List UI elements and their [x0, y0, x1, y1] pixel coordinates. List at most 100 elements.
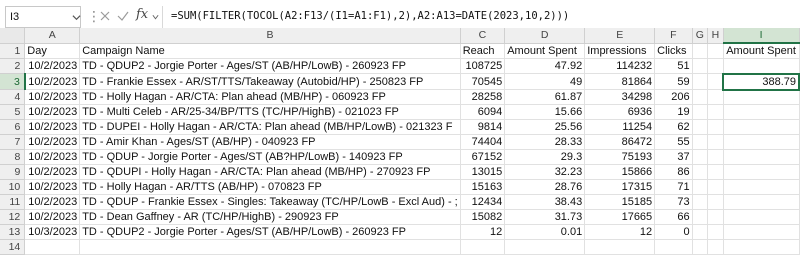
table-cell[interactable]	[707, 119, 724, 135]
table-cell[interactable]: TD - Frankie Essex - AR/ST/TTS/Takeaway …	[79, 73, 461, 90]
table-cell[interactable]: 28258	[460, 89, 506, 105]
table-cell[interactable]: 114232	[584, 58, 656, 74]
name-box[interactable]: I3	[5, 6, 81, 28]
table-cell[interactable]	[654, 239, 693, 255]
table-cell[interactable]: 86472	[584, 134, 656, 150]
table-cell[interactable]: 15.66	[504, 104, 586, 120]
table-cell[interactable]	[707, 179, 724, 195]
table-cell[interactable]	[707, 149, 724, 165]
insert-function-icon[interactable]: fx	[136, 7, 148, 22]
table-cell[interactable]	[723, 179, 800, 195]
table-cell[interactable]: 15082	[460, 209, 506, 225]
table-cell[interactable]: 17315	[584, 179, 656, 195]
table-cell[interactable]: 13015	[460, 164, 506, 180]
table-cell[interactable]: 73	[654, 194, 693, 210]
row-header[interactable]: 2	[0, 58, 26, 74]
cancel-icon[interactable]	[98, 9, 112, 23]
table-cell[interactable]: TD - QDUP2 - Jorgie Porter - Ages/ST (AB…	[79, 58, 461, 74]
table-cell[interactable]	[584, 239, 656, 255]
row-header[interactable]: 12	[0, 209, 26, 225]
table-cell[interactable]: 10/3/2023	[24, 224, 81, 240]
table-cell[interactable]	[723, 194, 800, 210]
table-cell[interactable]: 12	[460, 224, 506, 240]
row-header[interactable]: 11	[0, 194, 26, 210]
table-cell[interactable]: 10/2/2023	[24, 209, 81, 225]
row-header[interactable]: 6	[0, 119, 26, 135]
table-cell[interactable]	[692, 179, 709, 195]
table-cell[interactable]	[723, 149, 800, 165]
table-cell[interactable]	[707, 58, 724, 74]
table-cell[interactable]: 10/2/2023	[24, 89, 81, 105]
table-cell[interactable]: TD - Multi Celeb - AR/25-34/BP/TTS (TC/H…	[79, 104, 461, 120]
column-header-f[interactable]: F	[654, 28, 693, 44]
table-cell[interactable]	[692, 164, 709, 180]
table-cell[interactable]: 61.87	[504, 89, 586, 105]
table-cell[interactable]	[723, 119, 800, 135]
table-cell[interactable]: 9814	[460, 119, 506, 135]
table-cell[interactable]: 66	[654, 209, 693, 225]
cell-i1[interactable]: Amount Spent	[723, 43, 800, 59]
table-cell[interactable]: 17665	[584, 209, 656, 225]
table-cell[interactable]: 15185	[584, 194, 656, 210]
cell-b1[interactable]: Campaign Name	[79, 43, 461, 59]
table-cell[interactable]: 10/2/2023	[24, 134, 81, 150]
table-cell[interactable]: 15866	[584, 164, 656, 180]
column-header-c[interactable]: C	[460, 28, 506, 44]
table-cell[interactable]	[707, 224, 724, 240]
active-cell-i3[interactable]: 388.79	[722, 72, 800, 91]
table-cell[interactable]	[707, 134, 724, 150]
table-cell[interactable]: 81864	[584, 73, 656, 90]
table-cell[interactable]: 10/2/2023	[24, 104, 81, 120]
table-cell[interactable]: 0.01	[504, 224, 586, 240]
column-header-i[interactable]: I	[723, 28, 800, 44]
table-cell[interactable]: 15163	[460, 179, 506, 195]
table-cell[interactable]: TD - Dean Gaffney - AR (TC/HP/HighB) - 2…	[79, 209, 461, 225]
checkmark-icon[interactable]	[116, 9, 130, 23]
cell-g1[interactable]	[692, 43, 709, 59]
table-cell[interactable]	[692, 134, 709, 150]
chevron-down-icon[interactable]	[152, 14, 159, 20]
table-cell[interactable]: TD - Holly Hagan - AR/TTS (AB/HP) - 0708…	[79, 179, 461, 195]
table-cell[interactable]: 10/2/2023	[24, 179, 81, 195]
table-cell[interactable]: 19	[654, 104, 693, 120]
table-cell[interactable]	[707, 104, 724, 120]
table-cell[interactable]	[692, 149, 709, 165]
table-cell[interactable]: 25.56	[504, 119, 586, 135]
table-cell[interactable]: 67152	[460, 149, 506, 165]
table-cell[interactable]: 11254	[584, 119, 656, 135]
table-cell[interactable]: 10/2/2023	[24, 194, 81, 210]
table-cell[interactable]: 34298	[584, 89, 656, 105]
column-header-b[interactable]: B	[79, 28, 461, 44]
table-cell[interactable]	[723, 224, 800, 240]
row-header[interactable]: 10	[0, 179, 26, 195]
formula-input[interactable]: =SUM(FILTER(TOCOL(A2:F13/(I1=A1:F1),2),A…	[162, 6, 794, 28]
table-cell[interactable]	[707, 164, 724, 180]
row-header[interactable]: 7	[0, 134, 26, 150]
table-cell[interactable]	[692, 89, 709, 105]
table-cell[interactable]: 37	[654, 149, 693, 165]
table-cell[interactable]: 59	[654, 73, 693, 90]
table-cell[interactable]	[692, 194, 709, 210]
cell-e1[interactable]: Impressions	[584, 43, 656, 59]
table-cell[interactable]	[24, 239, 81, 255]
table-cell[interactable]: TD - QDUP - Jorgie Porter - Ages/ST (AB?…	[79, 149, 461, 165]
row-header[interactable]: 9	[0, 164, 26, 180]
row-header[interactable]: 3	[0, 73, 26, 90]
column-header-e[interactable]: E	[584, 28, 656, 44]
table-cell[interactable]: 28.33	[504, 134, 586, 150]
table-cell[interactable]	[707, 239, 724, 255]
table-cell[interactable]	[723, 89, 800, 105]
table-cell[interactable]: TD - Holly Hagan - AR/CTA: Plan ahead (M…	[79, 89, 461, 105]
table-cell[interactable]	[707, 209, 724, 225]
table-cell[interactable]: TD - QDUP - Frankie Essex - Singles: Tak…	[79, 194, 461, 210]
chevron-down-icon[interactable]	[72, 13, 81, 22]
cell-c1[interactable]: Reach	[460, 43, 506, 59]
table-cell[interactable]	[692, 224, 709, 240]
table-cell[interactable]: 12434	[460, 194, 506, 210]
table-cell[interactable]: 75193	[584, 149, 656, 165]
row-header[interactable]: 14	[0, 239, 26, 255]
table-cell[interactable]	[692, 239, 709, 255]
table-cell[interactable]	[723, 134, 800, 150]
table-cell[interactable]: TD - QDUPI - Holly Hagan - AR/CTA: Plan …	[79, 164, 461, 180]
table-cell[interactable]: 10/2/2023	[24, 149, 81, 165]
